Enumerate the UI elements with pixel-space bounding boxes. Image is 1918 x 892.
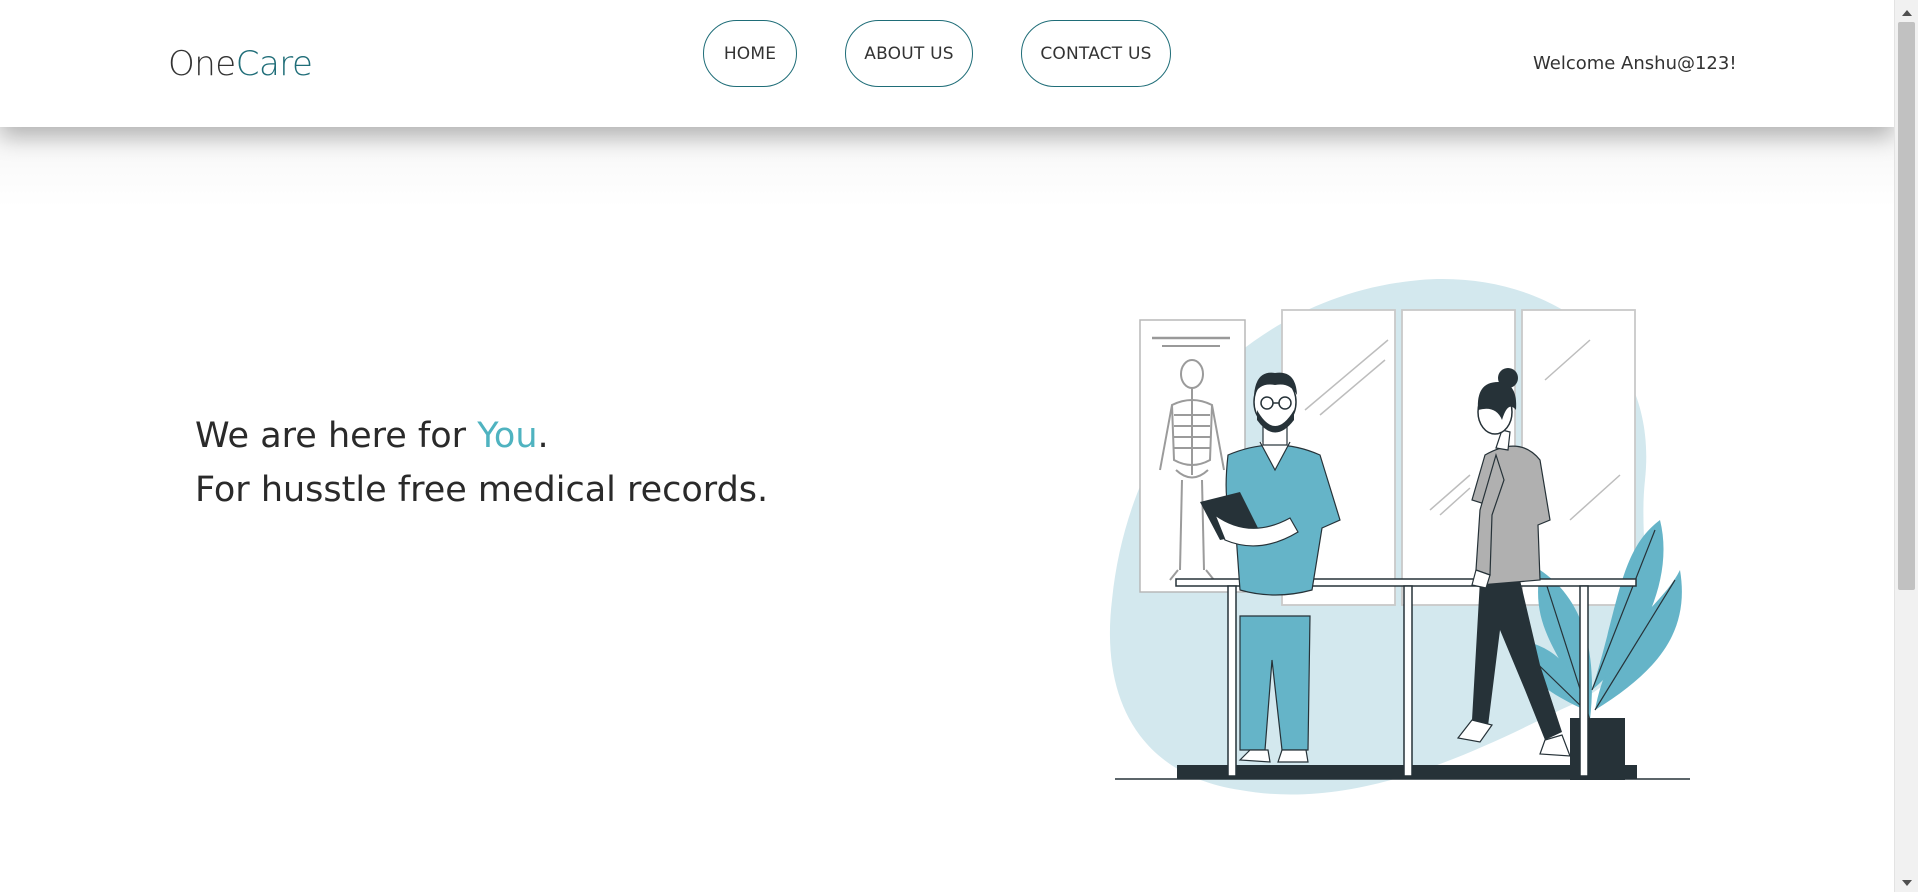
scroll-up-arrow-icon[interactable]	[1902, 10, 1912, 16]
brand-logo[interactable]: OneCare	[168, 44, 313, 84]
top-navbar: OneCare HOME ABOUT US CONTACT US Welcome…	[0, 0, 1894, 127]
hero-line1-suffix: .	[537, 416, 549, 456]
hero-headline: We are here for You. For husstle free me…	[195, 409, 768, 517]
hero-line-2: For husstle free medical records.	[195, 470, 769, 510]
scroll-down-arrow-icon[interactable]	[1902, 880, 1912, 886]
hero-highlight: You	[477, 416, 538, 456]
vertical-scrollbar[interactable]	[1894, 0, 1918, 892]
nav-home-button[interactable]: HOME	[703, 20, 797, 87]
hero-line1-prefix: We are here for	[195, 416, 478, 456]
welcome-message: Welcome Anshu@123!	[1533, 53, 1737, 74]
brand-name-part1: One	[168, 44, 236, 84]
doctor-patient-illustration	[1100, 270, 1700, 815]
scrollbar-thumb[interactable]	[1898, 22, 1915, 590]
hero-line-1: We are here for You.	[195, 409, 768, 463]
brand-name-part2: Care	[235, 44, 313, 84]
doctor-patient-rehab-icon	[1109, 279, 1690, 795]
nav-about-button[interactable]: ABOUT US	[845, 20, 973, 87]
nav-contact-button[interactable]: CONTACT US	[1021, 20, 1171, 87]
